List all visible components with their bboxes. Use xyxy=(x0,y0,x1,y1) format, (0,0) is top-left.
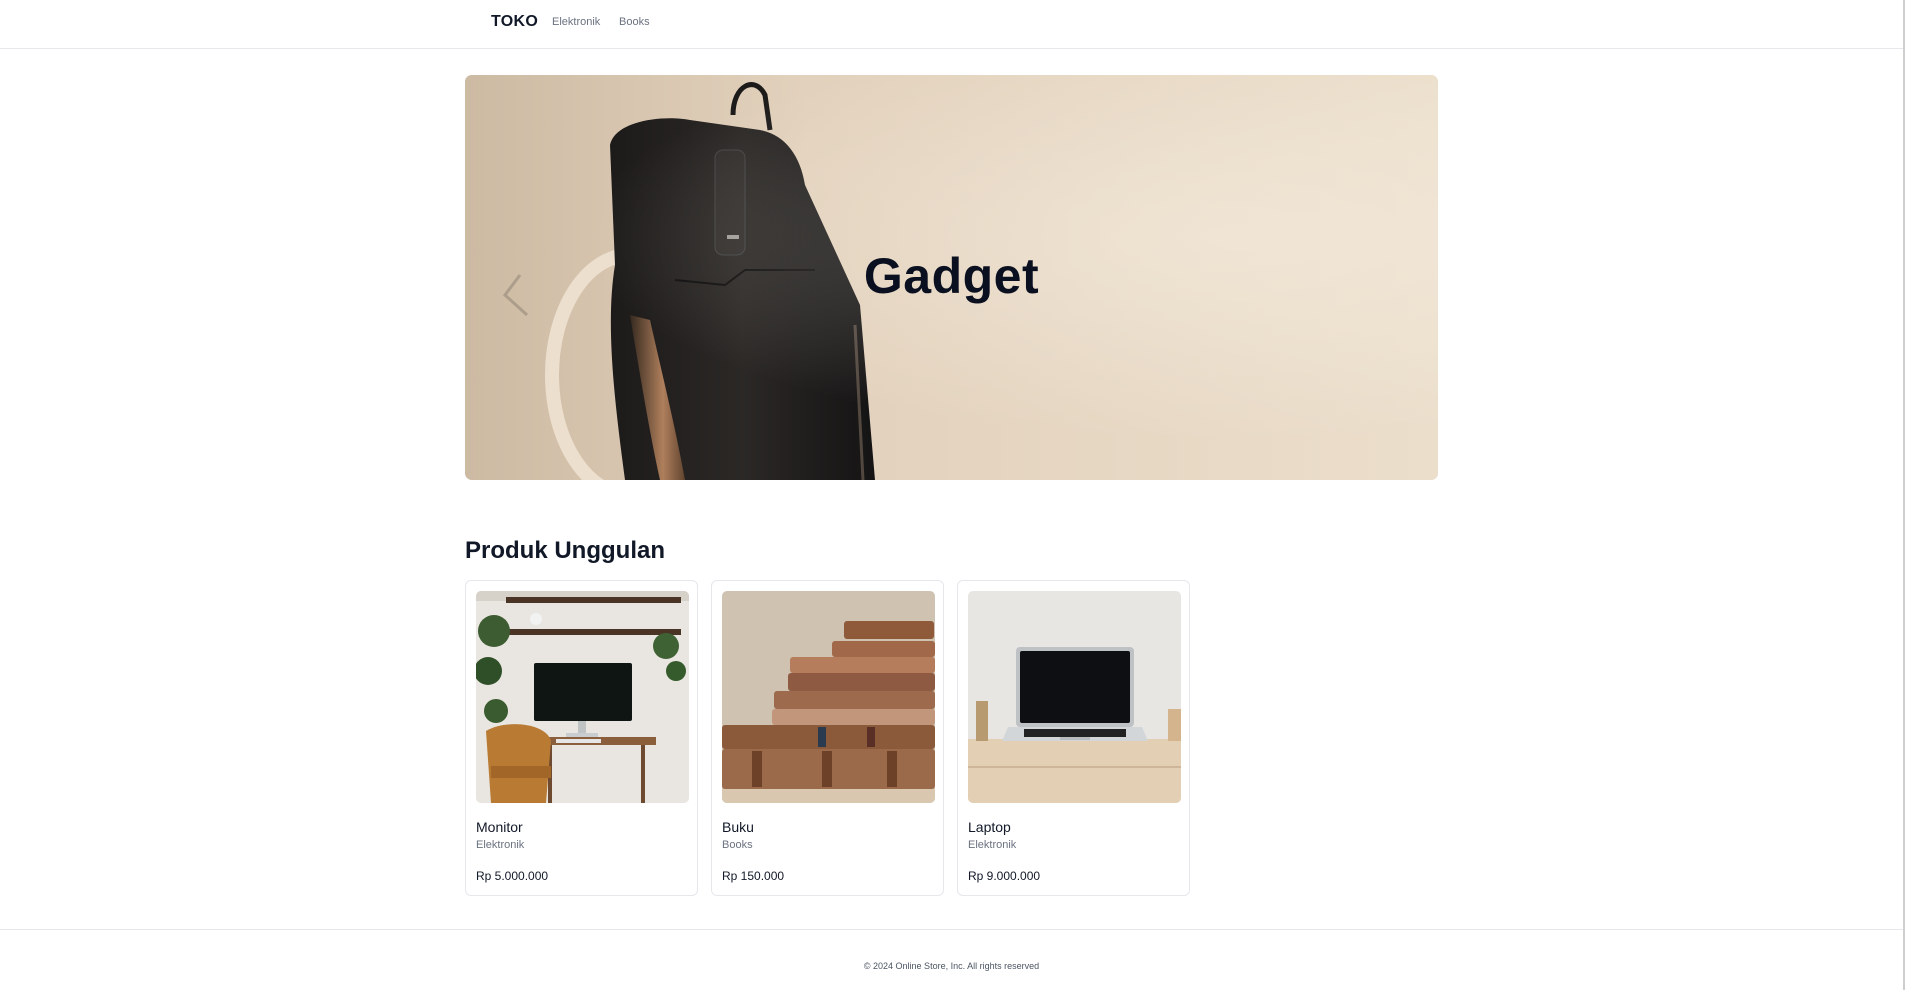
product-card-laptop[interactable]: Laptop Elektronik Rp 9.000.000 xyxy=(957,580,1190,896)
product-card-buku[interactable]: Buku Books Rp 150.000 xyxy=(711,580,944,896)
navbar: TOKO Elektronik Books xyxy=(0,0,1903,49)
hero-banner: Gadget xyxy=(465,75,1438,480)
product-price: Rp 9.000.000 xyxy=(968,869,1041,883)
product-card-monitor[interactable]: Monitor Elektronik Rp 5.000.000 xyxy=(465,580,698,896)
product-name[interactable]: Buku xyxy=(722,819,754,835)
product-category: Books xyxy=(722,839,753,851)
nav-link-elektronik[interactable]: Elektronik xyxy=(552,16,600,28)
footer-copyright: © 2024 Online Store, Inc. All rights res… xyxy=(863,961,1040,971)
product-image-buku[interactable] xyxy=(722,591,935,803)
product-price: Rp 150.000 xyxy=(722,869,785,883)
product-name[interactable]: Laptop xyxy=(968,819,1011,835)
product-category: Elektronik xyxy=(968,839,1017,851)
product-category: Elektronik xyxy=(476,839,525,851)
product-price: Rp 5.000.000 xyxy=(476,869,549,883)
hero-title: Gadget xyxy=(863,248,1040,304)
product-image-laptop[interactable] xyxy=(968,591,1181,803)
page: TOKO Elektronik Books Gadget Produk Ungg… xyxy=(0,0,1905,990)
nav-link-books[interactable]: Books xyxy=(619,16,650,28)
featured-section-title: Produk Unggulan xyxy=(465,537,665,564)
brand-logo[interactable]: TOKO xyxy=(491,13,538,31)
product-name[interactable]: Monitor xyxy=(476,819,523,835)
product-image-monitor[interactable] xyxy=(476,591,689,803)
footer: © 2024 Online Store, Inc. All rights res… xyxy=(0,929,1903,990)
